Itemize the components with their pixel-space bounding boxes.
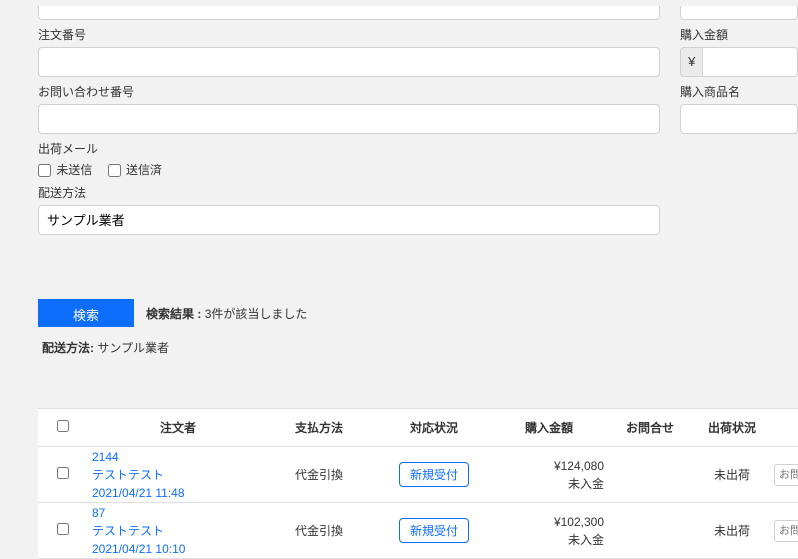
th-ship: 出荷状況 [690,419,774,436]
order-number-label: 注文番号 [38,26,660,43]
summary-value: サンプル業者 [97,341,169,355]
results-label: 検索結果 : [146,307,201,321]
shipping-mail-label: 出荷メール [38,140,660,157]
table-head-row: 注文者 支払方法 対応状況 購入金額 お問合せ 出荷状況 [38,409,798,447]
product-name-label: 購入商品名 [680,83,798,100]
amount-value: ¥102,300 [494,513,604,531]
th-order: 注文者 [88,419,264,436]
payment-method: 代金引換 [264,466,374,483]
purchase-amount-label: 購入金額 [680,26,798,43]
inquiry-number-label: お問い合わせ番号 [38,83,660,100]
shipping-state: 未出荷 [690,522,774,539]
order-date-link[interactable]: 2021/04/21 11:48 [92,484,264,502]
product-name-input[interactable] [680,104,798,134]
amount-value: ¥124,080 [494,457,604,475]
status-badge[interactable]: 新規受付 [399,518,469,543]
payment-state: 未入金 [494,531,604,549]
checkbox-unsent-label: 未送信 [56,163,92,177]
search-button[interactable]: 検索 [38,299,134,327]
yen-prefix: ¥ [680,47,703,77]
order-id-link[interactable]: 2144 [92,448,264,466]
tracking-input[interactable] [774,464,798,486]
table-row: 2144 テストテスト 2021/04/21 11:48 代金引換 新規受付 ¥… [38,447,798,503]
order-number-input[interactable] [38,47,660,77]
delivery-method-label: 配送方法 [38,184,660,201]
select-all-checkbox[interactable] [57,420,69,432]
right-prev-input-cutoff[interactable] [680,6,798,20]
payment-state: 未入金 [494,475,604,493]
inquiry-number-input[interactable] [38,104,660,134]
tracking-input[interactable] [774,520,798,542]
purchase-amount-input[interactable] [703,47,798,77]
checkbox-unsent[interactable] [38,164,51,177]
field-label-cutoff [38,0,660,6]
order-date-link[interactable]: 2021/04/21 10:10 [92,540,264,558]
th-status: 対応状況 [374,419,494,436]
status-badge[interactable]: 新規受付 [399,462,469,487]
row-checkbox[interactable] [57,523,69,535]
checkbox-unsent-wrap[interactable]: 未送信 [38,163,96,177]
th-pay: 支払方法 [264,419,374,436]
th-inq: お問合せ [610,419,690,436]
checkbox-sent-label: 送信済 [126,163,162,177]
summary-label: 配送方法: [42,341,94,355]
payment-method: 代金引換 [264,522,374,539]
customer-name-link[interactable]: テストテスト [92,466,264,484]
table-row: 87 テストテスト 2021/04/21 10:10 代金引換 新規受付 ¥10… [38,503,798,559]
prev-input-cutoff[interactable] [38,6,660,20]
delivery-method-select[interactable]: サンプル業者 [38,205,660,235]
summary-row: 配送方法: サンプル業者 [42,339,798,356]
results-meta: 検索結果 : 3件が該当しました [146,305,307,322]
results-suffix: 件が該当しました [211,307,307,321]
shipping-state: 未出荷 [690,466,774,483]
right-field-label-cutoff [680,0,798,6]
order-id-link[interactable]: 87 [92,504,264,522]
results-table: 注文者 支払方法 対応状況 購入金額 お問合せ 出荷状況 2144 テストテスト… [38,408,798,559]
customer-name-link[interactable]: テストテスト [92,522,264,540]
checkbox-sent[interactable] [108,164,121,177]
th-amount: 購入金額 [494,419,610,436]
checkbox-sent-wrap[interactable]: 送信済 [108,163,162,177]
row-checkbox[interactable] [57,467,69,479]
